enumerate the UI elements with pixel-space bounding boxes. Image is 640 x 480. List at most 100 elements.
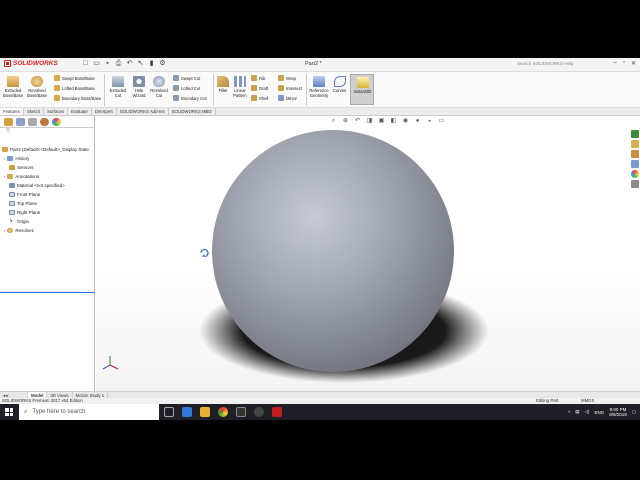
curves-label: Curves <box>332 88 347 93</box>
revolve-icon <box>31 76 43 87</box>
tree-item-sensors[interactable]: Sensors <box>9 165 34 170</box>
draft-button[interactable]: Draft <box>251 85 268 91</box>
mirror-button[interactable]: Mirror <box>278 95 297 101</box>
reference-geometry-button[interactable]: Reference Geometry <box>308 76 330 98</box>
tree-root-part[interactable]: Part2 (Default<<Default>_Display State <box>2 147 89 152</box>
revolved-boss-button[interactable]: Revolved Boss/Base <box>26 76 48 98</box>
extruded-boss-button[interactable]: Extruded Boss/Base <box>3 76 23 98</box>
media-icon[interactable] <box>254 407 264 417</box>
help-search-input[interactable]: Search SOLIDWORKS Help <box>517 61 574 66</box>
fillet-button[interactable]: Fillet <box>216 76 230 93</box>
tab-features[interactable]: Features <box>0 108 24 115</box>
rib-button[interactable]: Rib <box>251 75 265 81</box>
fillet-icon <box>217 76 229 87</box>
tree-item-label: Right Plane <box>17 210 41 215</box>
lofted-cut-button[interactable]: Lofted Cut <box>173 85 200 91</box>
boundary-boss-button[interactable]: Boundary Boss/Base <box>54 95 101 101</box>
undo-icon[interactable]: ↶ <box>126 60 133 68</box>
revolved-cut-button[interactable]: Revolved Cut <box>149 76 169 98</box>
tab-evaluate[interactable]: Evaluate <box>68 108 92 115</box>
solidworks-resources-icon[interactable] <box>631 130 639 138</box>
display-manager-icon[interactable] <box>52 118 61 126</box>
solidworks-taskbar-icon[interactable] <box>272 407 282 417</box>
rebuild-icon[interactable]: ▮ <box>148 60 155 68</box>
tab-dimxpert[interactable]: DimXpert <box>92 108 117 115</box>
tree-item-front-plane[interactable]: Front Plane <box>9 192 40 197</box>
restore-icon[interactable]: ▫ <box>623 60 625 67</box>
property-manager-icon[interactable] <box>16 118 25 126</box>
windows-start-icon[interactable] <box>5 408 13 416</box>
swept-cut-button[interactable]: Swept Cut <box>173 75 200 81</box>
letterbox-top <box>0 0 640 58</box>
curves-button[interactable]: Curves <box>331 76 348 93</box>
edge-icon[interactable] <box>182 407 192 417</box>
tree-item-material[interactable]: Material <not specified> <box>9 183 65 188</box>
volume-icon[interactable]: ◁) <box>584 409 589 415</box>
mirror-icon <box>278 95 284 101</box>
custom-properties-icon[interactable] <box>631 180 639 188</box>
tray-up-arrow-icon[interactable]: ^ <box>568 410 570 415</box>
view-palette-icon[interactable] <box>631 160 639 168</box>
lofted-boss-button[interactable]: Lofted Boss/Base <box>54 85 95 91</box>
solidworks-logo[interactable]: SOLIDWORKS <box>4 60 58 67</box>
file-explorer-taskbar-icon[interactable] <box>200 407 210 417</box>
tree-item-label: History <box>15 156 30 161</box>
network-icon[interactable]: ▤ <box>575 409 579 415</box>
revolved-cut-icon <box>153 76 165 87</box>
tree-filter[interactable]: ▽ <box>0 128 94 137</box>
graphics-area[interactable]: ⌕ ⊕ ↶ ◨ ▣ ◧ ◉ ● ◒ ▭ <box>96 116 640 391</box>
tab-addins[interactable]: SOLIDWORKS Add-Ins <box>117 108 169 115</box>
hole-wizard-label: Hole Wizard <box>132 88 146 98</box>
tree-item-annotations[interactable]: › Annotations <box>4 174 39 179</box>
hole-wizard-button[interactable]: Hole Wizard <box>130 76 148 98</box>
expand-icon[interactable]: › <box>4 156 5 161</box>
save-icon[interactable]: ▪ <box>104 60 111 68</box>
tree-item-history[interactable]: › History <box>4 156 29 161</box>
clock[interactable]: 9:00 PM 8/9/2019 <box>609 407 627 418</box>
shell-button[interactable]: Shell <box>251 95 268 101</box>
panel-divider[interactable] <box>0 292 95 293</box>
task-view-icon[interactable] <box>164 407 174 417</box>
shell-label: Shell <box>259 95 269 101</box>
appearances-icon[interactable] <box>631 170 639 178</box>
linear-pattern-button[interactable]: Linear Pattern <box>231 76 249 98</box>
chrome-icon[interactable] <box>218 407 228 417</box>
sphere-body[interactable] <box>212 130 454 372</box>
extruded-cut-button[interactable]: Extruded Cut <box>108 76 128 98</box>
design-library-icon[interactable] <box>631 140 639 148</box>
feature-tree-icon[interactable] <box>4 118 13 126</box>
configuration-manager-icon[interactable] <box>28 118 37 126</box>
tab-mbd[interactable]: SOLIDWORKS MBD <box>169 108 216 115</box>
tab-surfaces[interactable]: Surfaces <box>44 108 69 115</box>
open-icon[interactable]: ▭ <box>93 60 100 68</box>
wrap-button[interactable]: Wrap <box>278 75 296 81</box>
extruded-cut-icon <box>112 76 124 87</box>
tree-item-right-plane[interactable]: Right Plane <box>9 210 40 215</box>
print-icon[interactable]: ⎙ <box>115 60 122 68</box>
boundary-cut-button[interactable]: Boundary Cut <box>173 95 207 101</box>
dimxpert-manager-icon[interactable] <box>40 118 49 126</box>
tree-item-revolve1[interactable]: › Revolve1 <box>4 228 34 233</box>
tab-sketch[interactable]: Sketch <box>24 108 45 115</box>
notifications-icon[interactable]: ▢ <box>632 409 636 415</box>
taskbar-search-box[interactable]: ⌕ Type here to search <box>19 404 159 420</box>
instant3d-button[interactable]: Instant3D <box>350 74 374 105</box>
tree-item-top-plane[interactable]: Top Plane <box>9 201 37 206</box>
swept-boss-button[interactable]: Swept Boss/Base <box>54 75 95 81</box>
options-icon[interactable]: ⚙ <box>159 60 166 68</box>
expand-icon[interactable]: › <box>4 174 5 179</box>
tree-item-label: Material <not specified> <box>17 183 65 188</box>
close-icon[interactable]: ✕ <box>631 60 636 67</box>
minimize-icon[interactable]: – <box>613 60 616 67</box>
camera-icon[interactable] <box>236 407 246 417</box>
tree-root-label: Part2 (Default<<Default>_Display State <box>10 147 89 152</box>
intersect-icon <box>278 85 284 91</box>
tree-item-origin[interactable]: ↳ Origin <box>9 219 29 225</box>
intersect-button[interactable]: Intersect <box>278 85 302 91</box>
expand-icon[interactable]: › <box>4 228 5 233</box>
language-indicator[interactable]: ENG <box>594 410 604 415</box>
swept-icon <box>54 75 60 81</box>
select-icon[interactable]: ↖ <box>137 60 144 68</box>
new-icon[interactable]: □ <box>82 60 89 68</box>
file-explorer-icon[interactable] <box>631 150 639 158</box>
